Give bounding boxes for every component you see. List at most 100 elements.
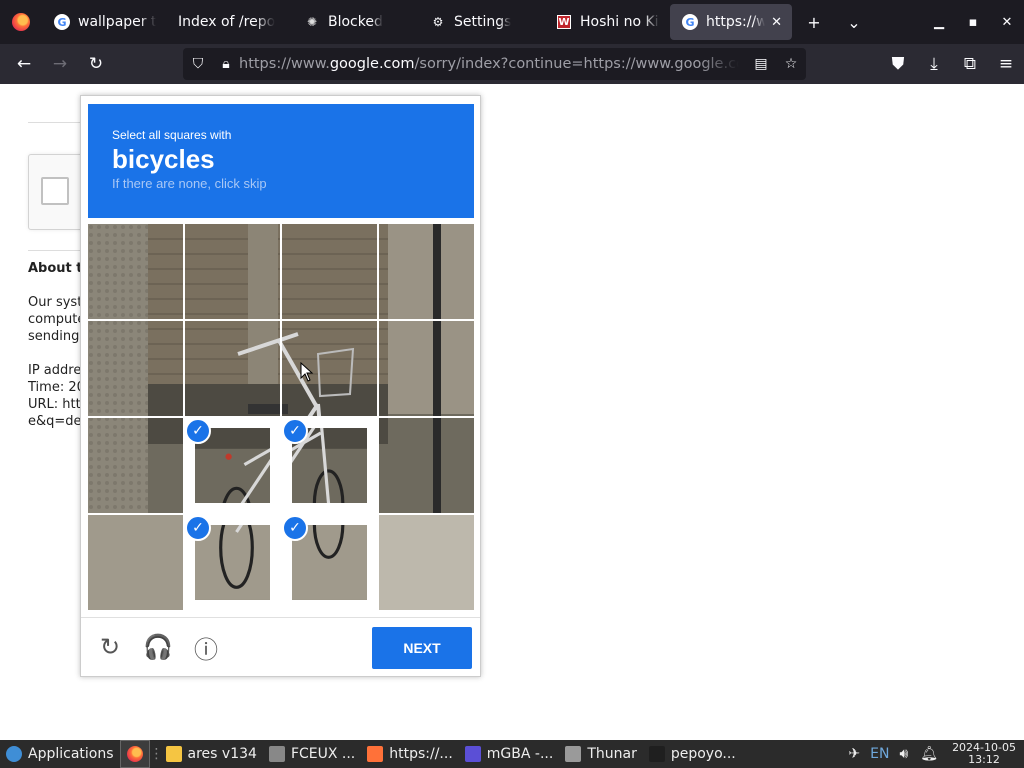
captcha-tile[interactable] <box>379 224 474 319</box>
nav-bar: ← → ↻ ⛉ 🔒︎ https://www.google.com/sorry/… <box>0 44 1024 84</box>
shield-icon[interactable]: ⛉ <box>183 48 213 80</box>
captcha-tile[interactable] <box>379 321 474 416</box>
reload-icon[interactable]: ↻ <box>78 48 114 80</box>
captcha-tile[interactable] <box>88 224 183 319</box>
captcha-tile[interactable] <box>379 418 474 513</box>
separator: ⋮ <box>149 746 164 762</box>
captcha-tile[interactable] <box>185 224 280 319</box>
taskbar-window-button[interactable]: ares v134 <box>160 740 263 768</box>
captcha-tile[interactable] <box>185 321 280 416</box>
tab-index-of-repo[interactable]: Index of /repo <box>166 4 292 40</box>
url-bar[interactable]: ⛉ 🔒︎ https://www.google.com/sorry/index?… <box>183 48 806 80</box>
tab-blocked[interactable]: ✺ Blocked <box>292 4 418 40</box>
selected-check-icon: ✓ <box>185 515 211 541</box>
reader-view-icon[interactable]: ▤ <box>746 48 776 80</box>
blocked-icon: ✺ <box>306 15 318 29</box>
recaptcha-widget <box>28 154 88 230</box>
taskbar-window-button[interactable]: Thunar <box>559 740 643 768</box>
app-icon <box>268 746 285 762</box>
tab-label: Settings <box>454 14 512 30</box>
tab-label: Hoshi no Kir <box>580 14 660 30</box>
lock-icon[interactable]: 🔒︎ <box>213 48 239 80</box>
maximize-icon[interactable]: ▪ <box>956 4 990 40</box>
next-button[interactable]: NEXT <box>372 627 472 669</box>
close-window-icon[interactable]: ✕ <box>990 4 1024 40</box>
help-info-icon[interactable]: ⓘ <box>191 632 221 664</box>
taskbar-window-button[interactable]: mGBA -... <box>459 740 560 768</box>
app-icon <box>648 746 665 762</box>
captcha-tile[interactable]: ✓ <box>282 418 377 513</box>
tab-bar: G wallpaper to Index of /repo ✺ Blocked … <box>0 0 1024 44</box>
taskbar-window-label: ares v134 <box>187 746 257 762</box>
captcha-tile[interactable] <box>88 515 183 610</box>
google-icon: G <box>54 14 70 30</box>
notification-bell-icon[interactable]: 🔔︎ <box>914 746 944 762</box>
applications-menu[interactable]: Applications <box>0 740 120 768</box>
app-icon <box>464 746 481 762</box>
taskbar-window-button[interactable]: FCEUX ... <box>263 740 361 768</box>
captcha-tile[interactable]: ✓ <box>185 418 280 513</box>
tab-hoshi[interactable]: W Hoshi no Kir <box>544 4 670 40</box>
divider <box>28 250 88 251</box>
tab-label: Index of /repo <box>178 14 276 30</box>
tab-wallpaper[interactable]: G wallpaper to <box>42 4 166 40</box>
captcha-tile[interactable]: ✓ <box>282 515 377 610</box>
tab-label: Blocked <box>328 14 383 30</box>
back-arrow-icon[interactable]: ← <box>6 48 42 80</box>
taskbar-window-button[interactable]: https://... <box>361 740 459 768</box>
wiki-icon: W <box>557 15 571 29</box>
url-text[interactable]: https://www.google.com/sorry/index?conti… <box>239 56 739 72</box>
taskbar-window-label: FCEUX ... <box>290 746 356 762</box>
selected-check-icon: ✓ <box>185 418 211 444</box>
tab-label: wallpaper to <box>78 14 156 30</box>
google-icon: G <box>682 14 698 30</box>
taskbar-window-label: Thunar <box>587 746 637 762</box>
menu-icon[interactable]: ≡ <box>988 48 1024 80</box>
captcha-header: Select all squares with bicycles If ther… <box>88 104 474 218</box>
volume-icon[interactable]: 🔊︎ <box>893 746 914 762</box>
task-list: ares v134 FCEUX ... https://... mGBA -... Th… <box>160 740 742 768</box>
captcha-tile[interactable] <box>282 224 377 319</box>
captcha-tile[interactable] <box>88 321 183 416</box>
firefox-launcher[interactable] <box>119 740 150 768</box>
firefox-menu-icon[interactable] <box>0 0 42 44</box>
captcha-tile[interactable]: ✓ <box>185 515 280 610</box>
firefox-icon <box>126 746 143 762</box>
download-icon[interactable]: ⤓ <box>916 48 952 80</box>
minimize-icon[interactable]: ▁ <box>922 4 956 40</box>
tab-google-sorry[interactable]: G https://ww ✕ <box>670 4 792 40</box>
gear-icon: ⚙ <box>432 15 444 29</box>
new-tab-button[interactable]: + <box>794 4 834 40</box>
taskbar-window-button[interactable]: pepoyo... <box>643 740 742 768</box>
keyboard-layout[interactable]: EN <box>866 746 893 762</box>
captcha-tile[interactable] <box>379 515 474 610</box>
star-icon[interactable]: ☆ <box>776 48 806 80</box>
network-icon[interactable]: ✈ <box>842 746 866 762</box>
clock-time: 13:12 <box>968 753 1000 766</box>
recaptcha-checkbox[interactable] <box>41 177 69 205</box>
divider <box>28 122 88 123</box>
captcha-target-object: bicycles <box>112 144 215 174</box>
mouse-cursor-icon <box>300 362 314 382</box>
captcha-footer: ↻ 🎧 ⓘ NEXT <box>81 617 480 677</box>
taskbar-window-label: mGBA -... <box>486 746 554 762</box>
tab-settings[interactable]: ⚙ Settings <box>418 4 544 40</box>
captcha-instruction: Select all squares with <box>112 128 232 142</box>
audio-challenge-icon[interactable]: 🎧 <box>143 632 173 662</box>
app-icon <box>565 746 582 762</box>
reload-challenge-icon[interactable]: ↻ <box>95 632 125 662</box>
pocket-icon[interactable]: ⛊ <box>880 48 916 80</box>
captcha-tile[interactable] <box>88 418 183 513</box>
clock[interactable]: 2024-10-05 13:12 <box>944 742 1024 766</box>
forward-arrow-icon[interactable]: → <box>42 48 78 80</box>
taskbar-window-label: https://... <box>389 746 453 762</box>
taskbar: Applications ⋮ ares v134 FCEUX ... https:/… <box>0 740 1024 768</box>
taskbar-window-label: pepoyo... <box>670 746 736 762</box>
captcha-tile[interactable] <box>282 321 377 416</box>
extensions-icon[interactable]: ⧉ <box>952 48 988 80</box>
app-icon <box>165 746 182 762</box>
list-tabs-button[interactable]: ⌄ <box>834 4 874 40</box>
captcha-image-grid: ✓ ✓ ✓ ✓ <box>88 224 474 610</box>
close-tab-icon[interactable]: ✕ <box>771 15 782 30</box>
selected-check-icon: ✓ <box>282 418 308 444</box>
